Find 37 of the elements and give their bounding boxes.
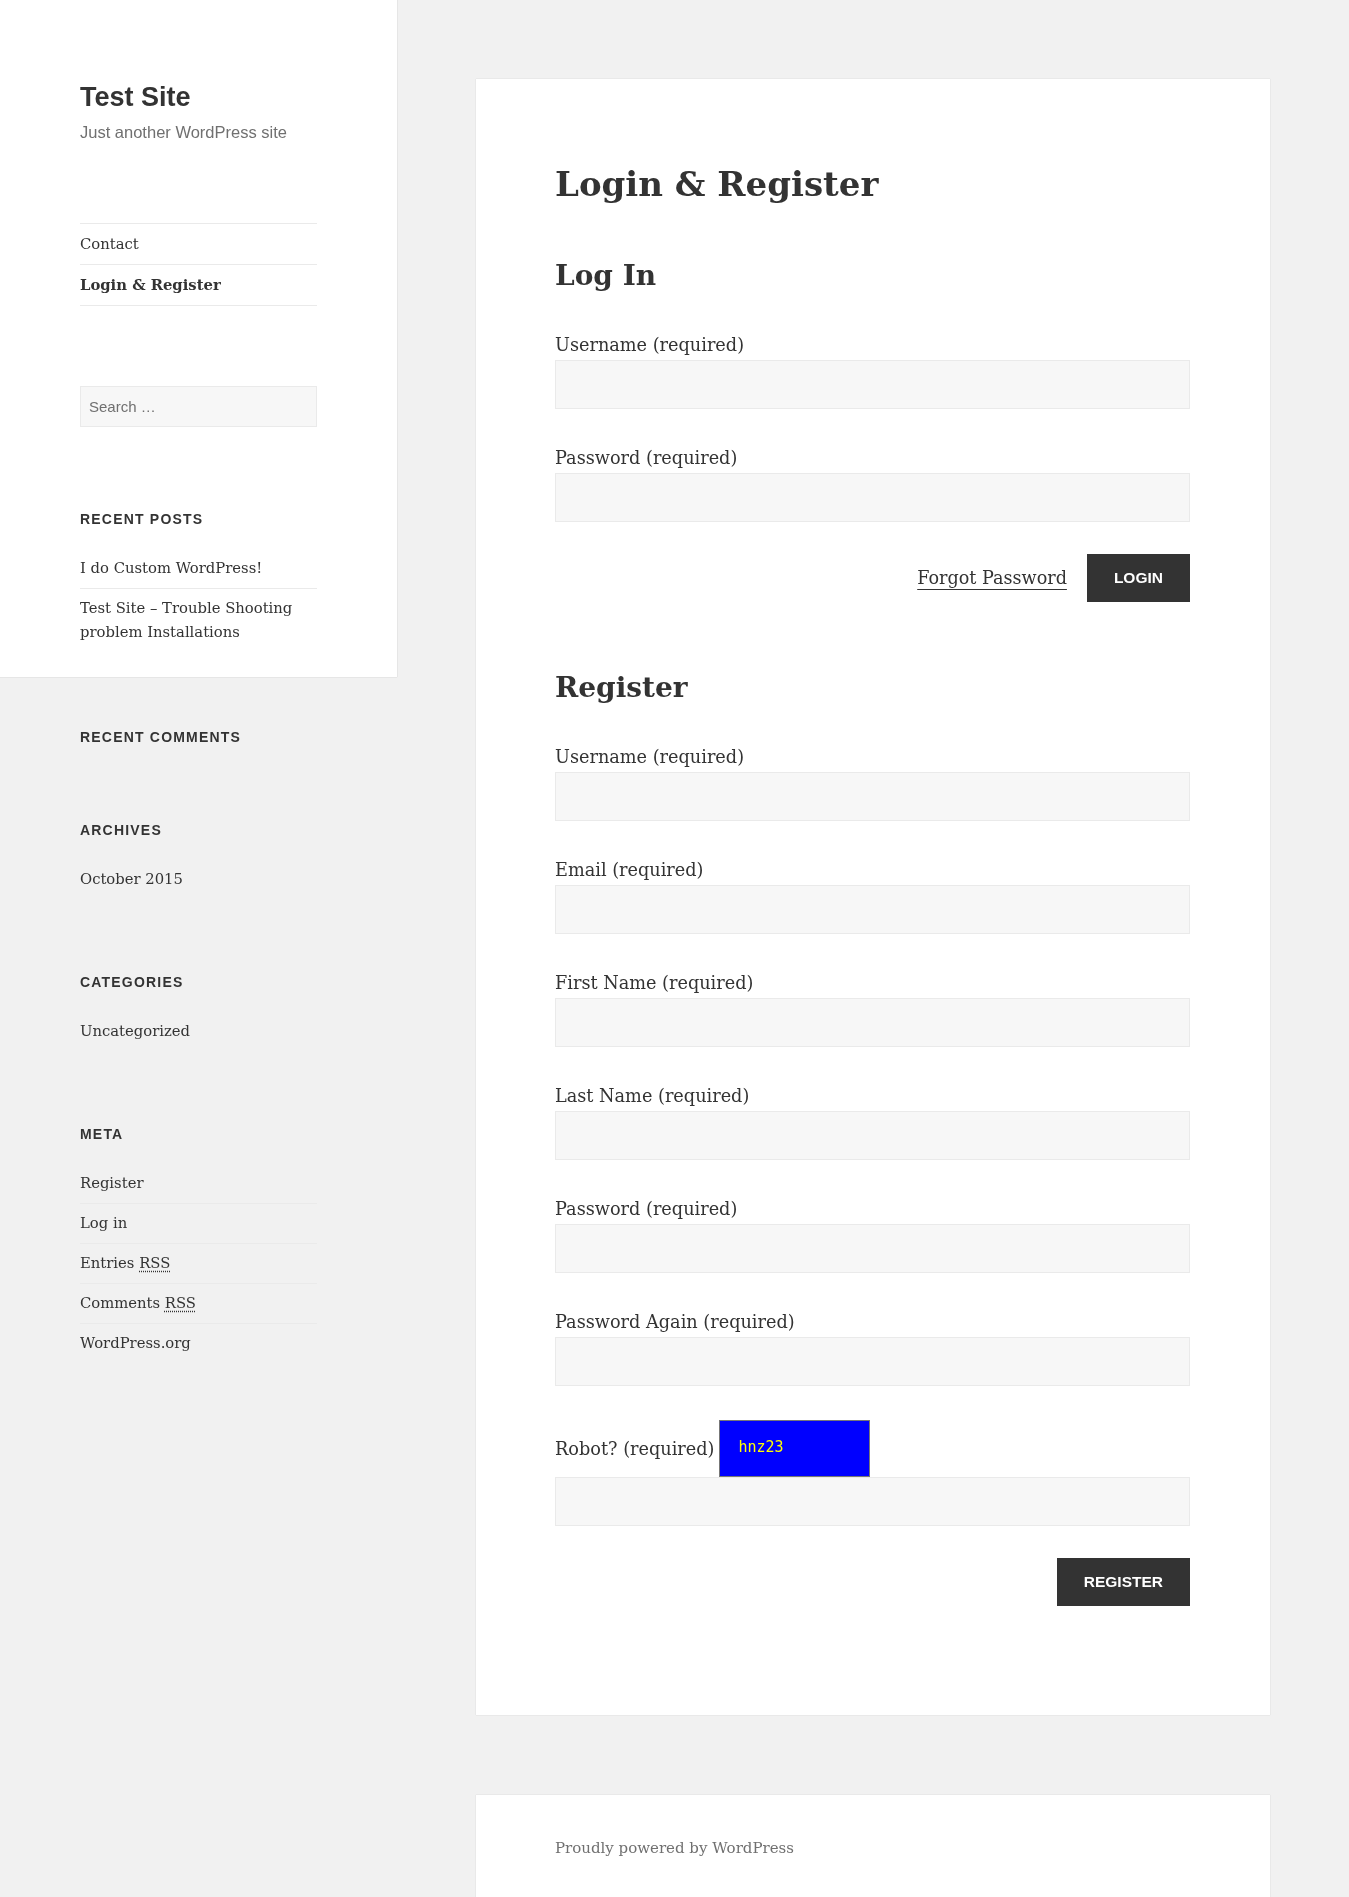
field-label: Password (required) — [555, 447, 738, 470]
section-heading: Log In — [555, 258, 657, 294]
submit-button[interactable]: REGISTER — [1056, 1558, 1190, 1606]
widget-title: META — [80, 1125, 124, 1144]
field-label: Email (required) — [555, 859, 704, 882]
widget-title: ARCHIVES — [80, 821, 162, 840]
field-label: Robot? (required) — [555, 1437, 715, 1461]
site-tagline: Just another WordPress site — [80, 122, 287, 143]
input-field[interactable] — [555, 1477, 1190, 1526]
nav-item[interactable]: Login & Register — [80, 265, 317, 306]
sidebar-link[interactable]: WordPress.org — [80, 1331, 191, 1355]
submit-button[interactable]: LOGIN — [1086, 554, 1190, 602]
sidebar-link[interactable]: Test Site – Trouble Shooting problem Installations — [80, 596, 317, 644]
field-label: Username (required) — [555, 746, 745, 769]
sidebar-link[interactable]: Uncategorized — [80, 1019, 191, 1043]
widget-title: RECENT POSTS — [80, 510, 204, 529]
nav-item[interactable]: Contact — [80, 224, 317, 265]
search-field[interactable]: Search … — [80, 386, 317, 427]
widget-title: RECENT COMMENTS — [80, 728, 242, 747]
field-label: Password (required) — [555, 1198, 738, 1221]
text-link[interactable]: Forgot Password — [917, 566, 1067, 590]
sidebar-link[interactable]: Register — [80, 1171, 144, 1195]
footer-credit-link[interactable]: Proudly powered by WordPress — [555, 1836, 794, 1860]
sidebar-link[interactable]: October 2015 — [80, 867, 183, 891]
sidebar-link[interactable]: Log in — [80, 1211, 128, 1235]
section-heading: Register — [555, 670, 688, 706]
captcha-image: hnz23 — [718, 1420, 870, 1477]
field-label: Username (required) — [555, 334, 745, 357]
field-label: Last Name (required) — [555, 1085, 750, 1108]
field-label: Password Again (required) — [555, 1311, 795, 1334]
page-title: Login & Register — [555, 163, 879, 206]
field-label: First Name (required) — [555, 972, 754, 995]
sidebar-link[interactable]: Comments RSS — [80, 1291, 196, 1315]
site-title[interactable]: Test Site — [80, 80, 191, 114]
sidebar-link[interactable]: I do Custom WordPress! — [80, 556, 263, 580]
widget-title: CATEGORIES — [80, 973, 184, 992]
sidebar-link[interactable]: Entries RSS — [80, 1251, 171, 1275]
